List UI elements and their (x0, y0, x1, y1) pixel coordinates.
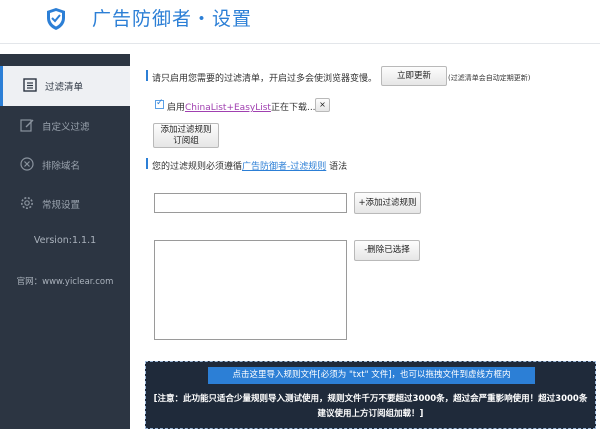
sidebar-item-label: 排除域名 (42, 161, 81, 172)
sidebar-item-general-settings[interactable]: 常规设置 (0, 184, 130, 224)
section-marker (146, 70, 148, 81)
delete-selected-button[interactable]: -删除已选择 (354, 240, 420, 261)
sidebar-item-label: 自定义过滤 (42, 122, 90, 133)
add-group-label-line1: 添加过滤规则 (160, 125, 212, 135)
import-drop-zone[interactable]: 点击这里导入规则文件[必须为 "txt" 文件]，也可以拖拽文件到虚线方框内 [… (145, 361, 596, 429)
sidebar: 过滤清单 自定义过滤 排除域名 常规设置 Version:1.1.1 官网：ww… (0, 54, 130, 429)
rule-syntax-text: 您的过滤规则必须遵循广告防御者-过滤规则 语法 (152, 159, 347, 172)
website-text: 官网：www.yiclear.com (16, 277, 114, 287)
sidebar-item-exclude-domain[interactable]: 排除域名 (0, 145, 130, 185)
import-file-button[interactable]: 点击这里导入规则文件[必须为 "txt" 文件]，也可以拖拽文件到虚线方框内 (208, 367, 535, 384)
rule-syntax-link[interactable]: 广告防御者-过滤规则 (242, 162, 326, 172)
rule-list-box[interactable] (154, 240, 347, 340)
subscription-row: 启用ChinaList+EasyList正在下载...... (167, 100, 324, 113)
enable-label: 启用 (167, 103, 186, 113)
app-header: 广告防御者・设置 (0, 0, 600, 44)
close-button[interactable]: × (315, 98, 330, 112)
list-link[interactable]: ChinaList+EasyList (185, 103, 271, 113)
rule-input[interactable] (154, 193, 347, 213)
rule-prefix: 您的过滤规则必须遵循 (152, 162, 243, 172)
sidebar-item-label: 过滤清单 (45, 82, 84, 93)
add-subscription-group-button[interactable]: 添加过滤规则 订阅组 (153, 123, 219, 148)
sidebar-item-label: 常规设置 (42, 200, 81, 211)
add-rule-button[interactable]: +添加过滤规则 (354, 192, 421, 214)
gear-icon (21, 197, 33, 209)
main-panel: 请只启用您需要的过滤清单，开启过多会使浏览器变慢。 立即更新 (过滤清单会自动定… (130, 54, 600, 429)
rule-suffix: 语法 (329, 162, 348, 172)
list-enable-checkbox[interactable] (155, 98, 164, 109)
app-title: 广告防御者・设置 (92, 8, 253, 30)
section-marker (146, 158, 148, 169)
update-now-button[interactable]: 立即更新 (381, 66, 447, 86)
remove-circle-icon (20, 157, 34, 171)
sidebar-item-custom-filter[interactable]: 自定义过滤 (0, 106, 130, 146)
version-text: Version:1.1.1 (33, 235, 97, 246)
notice-text: 请只启用您需要的过滤清单，开启过多会使浏览器变慢。 (152, 74, 378, 84)
list-icon (23, 78, 37, 92)
add-group-label-line2: 订阅组 (173, 136, 199, 146)
import-warning: [注意：此功能只适合少量规则导入测试使用，规则文件千万不要超过3000条，超过会… (153, 394, 588, 419)
sidebar-item-filter-list[interactable]: 过滤清单 (0, 66, 130, 106)
update-note: (过滤清单会自动定期更新) (448, 74, 531, 82)
edit-icon (20, 119, 34, 132)
shield-logo-icon (47, 8, 65, 30)
